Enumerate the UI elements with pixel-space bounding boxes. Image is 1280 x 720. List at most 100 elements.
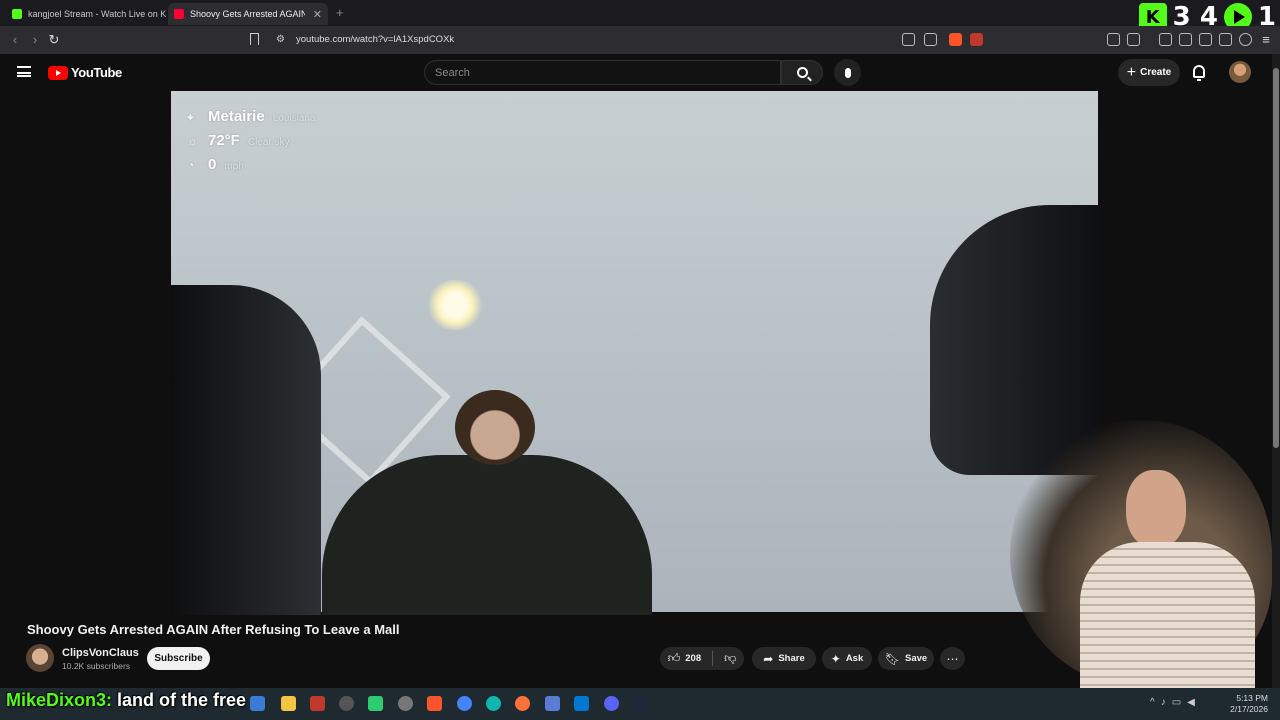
new-tab-button[interactable]: + xyxy=(336,5,344,20)
create-button[interactable]: + Create xyxy=(1118,59,1180,86)
notifications-bell-icon[interactable] xyxy=(1193,65,1205,81)
youtube-wordmark: YouTube xyxy=(71,65,122,80)
extensions-icon[interactable] xyxy=(1107,33,1120,46)
weather-region: Louisiana xyxy=(272,113,316,124)
more-dots-icon: ⋯ xyxy=(946,651,959,666)
cast-icon[interactable] xyxy=(902,33,915,46)
shield-icon[interactable] xyxy=(1239,33,1252,46)
site-settings-icon[interactable]: ⚙ xyxy=(276,34,285,45)
media-icon[interactable] xyxy=(1159,33,1172,46)
page-scrollbar[interactable] xyxy=(1272,54,1280,688)
system-tray[interactable]: ^♪▭◀ xyxy=(1150,697,1201,708)
youtube-logo[interactable]: YouTube xyxy=(48,65,122,80)
leo-icon[interactable] xyxy=(1219,33,1232,46)
sun-icon: ☼ xyxy=(187,134,198,148)
like-divider xyxy=(712,651,714,666)
search-button[interactable] xyxy=(781,60,823,85)
youtube-play-icon xyxy=(48,65,68,80)
volume-icon[interactable]: ◀ xyxy=(1187,697,1201,708)
tab-kick-stream[interactable]: kangjoel Stream - Watch Live on Kick xyxy=(6,3,166,25)
browser-tab-strip: kangjoel Stream - Watch Live on Kick Sho… xyxy=(0,0,1280,26)
search-input[interactable] xyxy=(425,61,780,84)
ask-button[interactable]: ✦ Ask xyxy=(822,647,872,670)
hamburger-menu-icon[interactable] xyxy=(17,66,31,77)
forward-icon[interactable]: › xyxy=(27,32,43,48)
channel-name[interactable]: ClipsVonClaus xyxy=(62,647,139,659)
save-label: Save xyxy=(905,653,928,664)
taskbar-app-icon[interactable] xyxy=(398,696,413,711)
bookmark-save-icon: 🔖︎ xyxy=(884,651,901,666)
kick-favicon-icon xyxy=(12,9,22,19)
discord-icon[interactable] xyxy=(604,696,619,711)
network-icon[interactable]: ▭ xyxy=(1172,697,1187,708)
streamer-shirt xyxy=(1080,542,1255,688)
brave-rewards-icon[interactable] xyxy=(970,33,983,46)
share-arrow-icon: ➦ xyxy=(763,651,774,666)
close-tab-icon[interactable]: ✕ xyxy=(313,8,322,21)
weather-city: Metairie xyxy=(208,108,265,125)
voice-search-button[interactable] xyxy=(834,59,861,86)
account-avatar[interactable] xyxy=(1229,61,1251,83)
ask-label: Ask xyxy=(845,653,864,664)
edge-icon[interactable] xyxy=(486,696,501,711)
thumbs-up-icon[interactable]: 👍︎ xyxy=(668,651,681,666)
like-count[interactable]: 208 xyxy=(685,653,701,664)
share-button[interactable]: ➦ Share xyxy=(752,647,816,670)
search-icon xyxy=(796,67,808,78)
tray-chevron-icon[interactable]: ^ xyxy=(1150,697,1161,708)
menu-icon[interactable]: ≡ xyxy=(1258,32,1274,48)
sidebar-icon[interactable] xyxy=(1179,33,1192,46)
scrollbar-thumb[interactable] xyxy=(1273,68,1279,448)
taskbar-app-icon[interactable] xyxy=(545,696,560,711)
firefox-icon[interactable] xyxy=(515,696,530,711)
more-actions-button[interactable]: ⋯ xyxy=(940,647,965,670)
wallet-icon[interactable] xyxy=(1127,33,1140,46)
reload-icon[interactable]: ↻ xyxy=(46,32,62,48)
ceiling-light xyxy=(425,280,485,330)
taskbar-app-icon[interactable] xyxy=(250,696,265,711)
vpn-icon[interactable] xyxy=(1199,33,1212,46)
brave-browser-icon[interactable] xyxy=(427,696,442,711)
streamer-head xyxy=(1126,470,1186,548)
mic-tray-icon[interactable]: ♪ xyxy=(1161,697,1172,708)
speedometer-icon: ◔ xyxy=(187,158,195,172)
taskbar-app-icon[interactable] xyxy=(339,696,354,711)
subscriber-count: 10.2K subscribers xyxy=(62,661,131,671)
tab-title: kangjoel Stream - Watch Live on Kick xyxy=(28,9,166,19)
plus-icon: + xyxy=(1126,63,1137,81)
center-person-head xyxy=(455,390,535,465)
bookmark-icon[interactable] xyxy=(250,33,259,45)
video-title: Shoovy Gets Arrested AGAIN After Refusin… xyxy=(27,622,400,637)
microphone-icon xyxy=(844,67,851,78)
vscode-icon[interactable] xyxy=(574,696,589,711)
system-clock[interactable]: 5:13 PM 2/17/2026 xyxy=(1228,693,1268,715)
thumbs-down-icon[interactable]: 👎︎ xyxy=(724,651,736,666)
youtube-favicon-icon xyxy=(174,9,184,19)
share-label: Share xyxy=(778,653,805,664)
search-box xyxy=(424,60,781,85)
back-icon[interactable]: ‹ xyxy=(7,32,23,48)
chat-text: land of the free xyxy=(117,690,247,710)
steam-icon[interactable] xyxy=(633,696,648,711)
youtube-header: YouTube + Create xyxy=(0,54,1272,92)
taskbar-app-icon[interactable] xyxy=(310,696,325,711)
subscribe-button[interactable]: Subscribe xyxy=(147,647,210,670)
save-button[interactable]: 🔖︎ Save xyxy=(878,647,934,670)
center-person-figure xyxy=(322,455,652,615)
file-explorer-icon[interactable] xyxy=(281,696,296,711)
wind-unit: mph xyxy=(224,161,244,172)
weather-temperature: 72°F xyxy=(208,132,240,149)
officer-left-figure xyxy=(171,285,321,615)
brave-shield-icon[interactable] xyxy=(949,33,962,46)
create-label: Create xyxy=(1140,67,1172,78)
share-page-icon[interactable] xyxy=(924,33,937,46)
taskbar-app-icon[interactable] xyxy=(368,696,383,711)
tab-youtube-video[interactable]: Shoovy Gets Arrested AGAIN ✕ xyxy=(168,3,328,25)
chat-message-overlay: MikeDixon3: land of the free xyxy=(6,690,246,711)
chrome-icon[interactable] xyxy=(457,696,472,711)
clock-time: 5:13 PM xyxy=(1236,693,1268,703)
channel-avatar[interactable] xyxy=(26,644,54,672)
address-bar: ‹ › ↻ ⚙ youtube.com/watch?v=lA1XspdCOXk … xyxy=(0,26,1280,54)
weather-overlay: ⌖ Metairie Louisiana ☼ 72°F Clear sky ◔ … xyxy=(187,108,316,180)
url-field[interactable]: youtube.com/watch?v=lA1XspdCOXk xyxy=(296,34,454,45)
